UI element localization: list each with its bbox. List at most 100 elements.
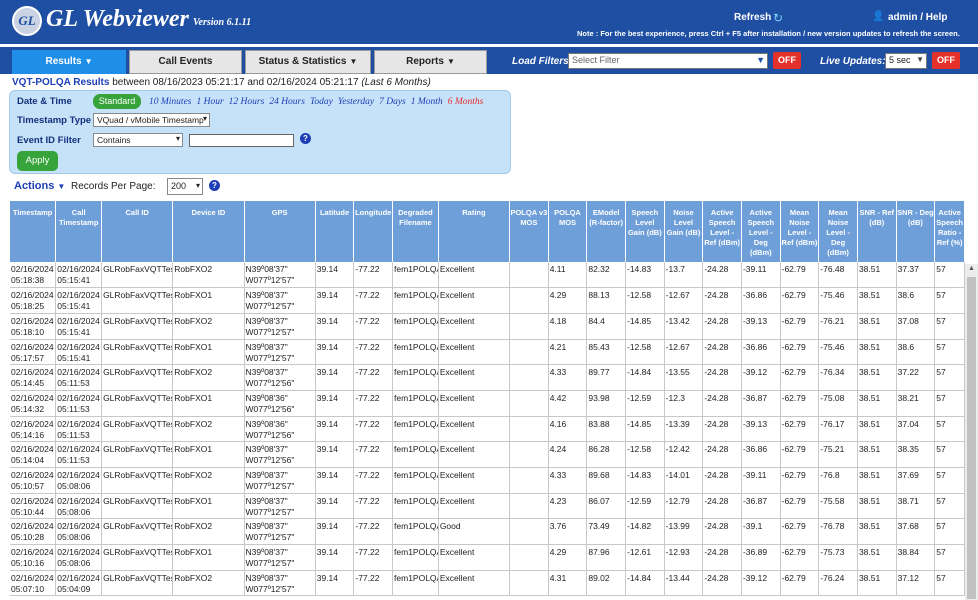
table-row[interactable]: 02/16/2024 05:18:10 02/16/2024 05:15:41 GLRo… bbox=[10, 313, 965, 340]
table-row[interactable]: 02/16/2024 05:10:16 02/16/2024 05:08:06 GLRo… bbox=[10, 544, 965, 571]
column-header[interactable]: Active Speech Level - Ref (dBm) bbox=[702, 201, 742, 262]
column-header[interactable]: Rating bbox=[438, 201, 511, 262]
table-cell: -24.28 bbox=[702, 287, 742, 314]
table-cell: 57 bbox=[934, 570, 965, 597]
range-yesterday[interactable]: Yesterday bbox=[338, 97, 374, 107]
event-filter-mode-select[interactable]: Contains ▾ bbox=[93, 133, 183, 147]
column-header[interactable]: SNR - Ref (dB) bbox=[857, 201, 897, 262]
table-cell: RobFXO2 bbox=[172, 570, 245, 597]
tab-call-events[interactable]: Call Events bbox=[129, 50, 242, 74]
help-icon[interactable]: ? bbox=[300, 133, 311, 144]
table-row[interactable]: 02/16/2024 05:10:28 02/16/2024 05:08:06 GLRo… bbox=[10, 518, 965, 546]
table-row[interactable]: 02/16/2024 05:14:16 02/16/2024 05:11:53 GLRo… bbox=[10, 416, 965, 443]
live-off-button[interactable]: OFF bbox=[932, 52, 960, 69]
range-1-hour[interactable]: 1 Hour bbox=[196, 97, 223, 107]
event-id-filter-label: Event ID Filter bbox=[17, 135, 81, 146]
table-cell: 39.14 bbox=[315, 287, 355, 314]
column-header[interactable]: Mean Noise Level - Ref (dBm) bbox=[780, 201, 820, 262]
table-cell: -12.59 bbox=[625, 493, 665, 520]
table-cell: 83.88 bbox=[586, 416, 626, 443]
table-cell bbox=[509, 570, 549, 597]
column-header[interactable]: Longitude bbox=[353, 201, 394, 262]
column-header[interactable]: Mean Noise Level - Deg (dBm) bbox=[818, 201, 858, 262]
table-cell: 37.69 bbox=[896, 467, 936, 494]
column-header[interactable]: Noise Level Gain (dB) bbox=[664, 201, 704, 262]
results-range: between 08/16/2023 05:21:17 and 02/16/20… bbox=[109, 77, 362, 88]
column-header[interactable]: Timestamp bbox=[10, 201, 57, 262]
actions-menu[interactable]: Actions ▼ bbox=[14, 180, 65, 192]
standard-button[interactable]: Standard bbox=[93, 94, 141, 109]
table-cell: N39º08'37" W077º12'57" bbox=[244, 493, 316, 520]
column-header[interactable]: POLQA MOS bbox=[548, 201, 588, 262]
tab-reports[interactable]: Reports ▼ bbox=[374, 50, 487, 74]
table-cell: 39.14 bbox=[315, 441, 355, 468]
table-row[interactable]: 02/16/2024 05:14:32 02/16/2024 05:11:53 GLRo… bbox=[10, 390, 965, 417]
range-12-hours[interactable]: 12 Hours bbox=[229, 97, 265, 107]
column-header[interactable]: Call ID bbox=[101, 201, 174, 262]
user-help-link[interactable]: admin / Help bbox=[888, 12, 947, 23]
table-cell: GLRobFaxVQTTest bbox=[101, 313, 174, 340]
table-row[interactable]: 02/16/2024 05:10:57 02/16/2024 05:08:06 GLRo… bbox=[10, 467, 965, 494]
range-6-months[interactable]: 6 Months bbox=[448, 97, 484, 107]
refresh-icon[interactable]: ↻ bbox=[773, 11, 783, 25]
table-row[interactable]: 02/16/2024 05:14:04 02/16/2024 05:11:53 GLRo… bbox=[10, 441, 965, 468]
help-icon[interactable]: ? bbox=[209, 180, 220, 191]
table-row[interactable]: 02/16/2024 05:18:38 02/16/2024 05:15:41 GLRo… bbox=[10, 262, 965, 289]
live-updates-select[interactable]: 5 sec ▼ bbox=[885, 53, 927, 69]
table-cell: -76.17 bbox=[818, 416, 858, 443]
refresh-link[interactable]: Refresh bbox=[734, 12, 771, 23]
column-header[interactable]: Active Speech Ratio - Ref (%) bbox=[934, 201, 965, 262]
table-cell bbox=[509, 493, 549, 520]
table-cell: 57 bbox=[934, 364, 965, 391]
range-1-month[interactable]: 1 Month bbox=[411, 97, 443, 107]
table-row[interactable]: 02/16/2024 05:10:44 02/16/2024 05:08:06 GLRo… bbox=[10, 493, 965, 520]
timestamp-type-label: Timestamp Type bbox=[17, 115, 92, 126]
records-per-page-select[interactable]: 200 ▾ bbox=[167, 178, 203, 195]
tab-results[interactable]: Results ▼ bbox=[12, 50, 126, 74]
filter-off-button[interactable]: OFF bbox=[773, 52, 801, 69]
range-10-minutes[interactable]: 10 Minutes bbox=[149, 97, 191, 107]
table-row[interactable]: 02/16/2024 05:14:45 02/16/2024 05:11:53 GLRo… bbox=[10, 364, 965, 391]
table-cell: -39.13 bbox=[741, 313, 781, 340]
table-cell: 02/16/2024 05:15:41 bbox=[55, 313, 103, 340]
tab-status-statistics[interactable]: Status & Statistics ▼ bbox=[245, 50, 371, 74]
apply-button[interactable]: Apply bbox=[17, 151, 58, 171]
table-cell: GLRobFaxVQTTest bbox=[101, 544, 174, 571]
table-cell: -36.87 bbox=[741, 390, 781, 417]
scroll-up-icon[interactable]: ▲ bbox=[966, 265, 977, 275]
table-cell: GLRobFaxVQTTest bbox=[101, 493, 174, 520]
table-cell: -24.28 bbox=[702, 416, 742, 443]
event-id-input[interactable] bbox=[189, 134, 294, 147]
table-row[interactable]: 02/16/2024 05:07:10 02/16/2024 05:04:09 GLRo… bbox=[10, 570, 965, 597]
column-header[interactable]: Latitude bbox=[315, 201, 355, 262]
table-cell: N39º08'37" W077º12'57" bbox=[244, 262, 316, 289]
range-7-days[interactable]: 7 Days bbox=[379, 97, 406, 107]
column-header[interactable]: Speech Level Gain (dB) bbox=[625, 201, 665, 262]
scroll-thumb[interactable] bbox=[967, 277, 976, 599]
table-cell: 02/16/2024 05:08:06 bbox=[55, 544, 103, 571]
column-header[interactable]: GPS bbox=[244, 201, 316, 262]
column-header[interactable]: Device ID bbox=[172, 201, 245, 262]
table-cell: -24.28 bbox=[702, 390, 742, 417]
vertical-scrollbar[interactable]: ▲ bbox=[965, 264, 978, 600]
column-header[interactable]: Call Timestamp bbox=[55, 201, 103, 262]
table-cell: -77.22 bbox=[353, 467, 394, 494]
table-cell: -77.22 bbox=[353, 416, 394, 443]
table-cell: Excellent bbox=[438, 287, 511, 314]
table-row[interactable]: 02/16/2024 05:17:57 02/16/2024 05:15:41 GLRo… bbox=[10, 339, 965, 366]
column-header[interactable]: Active Speech Level - Deg (dBm) bbox=[741, 201, 781, 262]
range-24-hours[interactable]: 24 Hours bbox=[269, 97, 305, 107]
range-today[interactable]: Today bbox=[310, 97, 333, 107]
column-header[interactable]: SNR - Deg (dB) bbox=[896, 201, 936, 262]
table-cell: Excellent bbox=[438, 570, 511, 597]
table-cell: -62.79 bbox=[780, 287, 820, 314]
column-header[interactable]: POLQA v3 MOS bbox=[509, 201, 549, 262]
table-cell: 57 bbox=[934, 518, 965, 546]
timestamp-type-select[interactable]: VQuad / vMobile Timestamp ▾ bbox=[93, 113, 210, 127]
table-cell: fem1POLQA bbox=[392, 493, 439, 520]
load-filter-select[interactable]: Select Filter ▼ bbox=[568, 53, 768, 69]
column-header[interactable]: Degraded Filename bbox=[392, 201, 439, 262]
table-row[interactable]: 02/16/2024 05:18:25 02/16/2024 05:15:41 GLRo… bbox=[10, 287, 965, 314]
table-cell: -24.28 bbox=[702, 441, 742, 468]
column-header[interactable]: EModel (R-factor) bbox=[586, 201, 626, 262]
